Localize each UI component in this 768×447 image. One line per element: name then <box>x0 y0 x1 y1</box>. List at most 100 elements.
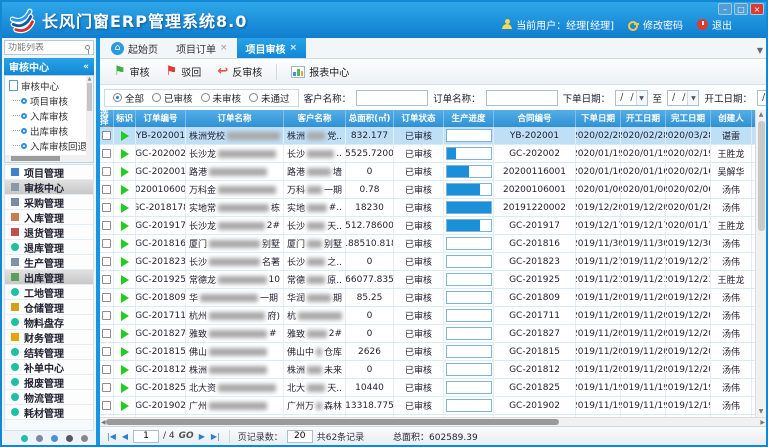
toolbar-button-报表中心[interactable]: 报表中心 <box>285 62 355 81</box>
cell-select[interactable] <box>100 199 114 216</box>
column-header-总面积(㎡)[interactable]: 总面积(㎡) <box>346 110 394 127</box>
row-checkbox[interactable] <box>102 401 111 410</box>
row-checkbox[interactable] <box>102 257 111 266</box>
chevron-down-icon[interactable]: ▼ <box>636 91 647 105</box>
scrollbar-thumb[interactable] <box>758 121 765 231</box>
table-row[interactable]: GC-201917长沙龙2#长沙天..8512.78600..已审核GC-201… <box>100 217 755 235</box>
radio-已审核[interactable]: 已审核 <box>152 91 193 105</box>
close-button[interactable]: × <box>750 3 764 15</box>
radio-未审核[interactable]: 未审核 <box>201 91 242 105</box>
column-header-创建人[interactable]: 创建人 <box>711 110 752 127</box>
tree-item-2[interactable]: 出库审核 <box>9 123 85 138</box>
dot-icon[interactable] <box>21 435 28 442</box>
sidebar-item-6[interactable]: 生产管理 <box>5 255 93 270</box>
last-page-button[interactable]: ▶| <box>210 432 221 441</box>
next-page-button[interactable]: ▶ <box>198 432 206 441</box>
cell-select[interactable] <box>100 271 114 288</box>
table-row[interactable]: GC-201815佛山佛山中仓库2626已审核GC-2018152019/11/… <box>100 343 755 361</box>
more-icon[interactable] <box>81 435 88 442</box>
sidebar-item-1[interactable]: 审核中心 <box>5 180 93 195</box>
row-checkbox[interactable] <box>102 329 111 338</box>
radio-未通过[interactable]: 未通过 <box>249 91 290 105</box>
close-icon[interactable]: × <box>220 43 228 53</box>
tab-项目订单[interactable]: 项目订单× <box>167 38 237 58</box>
table-row[interactable]: GC-202001路港路港墙0已审核202001160012020/01/162… <box>100 163 755 181</box>
maximize-button[interactable]: □ <box>734 3 748 15</box>
table-row[interactable]: GC-201825北大资北大天..10440已审核GC-2018252019/1… <box>100 379 755 397</box>
table-vertical-scrollbar[interactable]: ▲ ▼ <box>755 110 766 417</box>
cell-select[interactable] <box>100 163 114 180</box>
order-name-input[interactable] <box>486 90 558 106</box>
table-row[interactable]: GC-201827雅致#雅致2#0已审核GC-2018272019/11/202… <box>100 325 755 343</box>
row-checkbox[interactable] <box>102 239 111 248</box>
column-header-订单状态[interactable]: 订单状态 <box>394 110 444 127</box>
logout-button[interactable]: 退出 <box>697 17 732 32</box>
scroll-up-icon[interactable]: ▲ <box>759 110 764 120</box>
row-checkbox[interactable] <box>102 311 111 320</box>
sidebar-item-13[interactable]: 补单中心 <box>5 360 93 375</box>
tab-起始页[interactable]: ⌂起始页 <box>102 38 167 58</box>
cell-select[interactable] <box>100 307 114 324</box>
function-search[interactable] <box>4 40 94 55</box>
column-header-选择[interactable]: 选择 <box>100 110 114 127</box>
row-checkbox[interactable] <box>102 383 111 392</box>
table-row[interactable]: GC-201809华一期华润期85.25已审核GC-2018092019/11/… <box>100 289 755 307</box>
row-checkbox[interactable] <box>102 365 111 374</box>
sidebar-item-11[interactable]: 财务管理 <box>5 330 93 345</box>
table-row[interactable]: GC-202002长沙龙长沙..65525.7200..已审核GC-202002… <box>100 145 755 163</box>
row-checkbox[interactable] <box>102 347 111 356</box>
function-search-input[interactable] <box>8 43 85 53</box>
row-checkbox[interactable] <box>102 221 111 230</box>
tree-item-3[interactable]: 入库审核回退 <box>9 138 85 153</box>
table-row[interactable]: GC-201812株洲株洲未来0已审核GC-2018122019/11/2020… <box>100 361 755 379</box>
cell-select[interactable] <box>100 145 114 162</box>
table-row[interactable]: GC-201925常德龙10常德原..266077.835..已审核GC-201… <box>100 271 755 289</box>
column-header-生产进度[interactable]: 生产进度 <box>444 110 494 127</box>
sidebar-panel-header[interactable]: 审核中心 « <box>4 58 94 75</box>
cell-select[interactable] <box>100 217 114 234</box>
row-checkbox[interactable] <box>102 203 111 212</box>
table-row[interactable]: GC-201711杭州府)杭0已审核GC-2017112019/11/20201… <box>100 307 755 325</box>
person-icon[interactable] <box>66 435 73 442</box>
row-checkbox[interactable] <box>102 149 111 158</box>
toolbar-button-审核[interactable]: ⚑审核 <box>108 62 156 81</box>
row-checkbox[interactable] <box>102 131 111 140</box>
row-checkbox[interactable] <box>102 293 111 302</box>
column-header-客户名称[interactable]: 客户名称 <box>284 110 346 127</box>
table-row[interactable]: GC-201816厦门别墅厦门别墅188510.818已审核GC-2018162… <box>100 235 755 253</box>
scroll-down-icon[interactable]: ▼ <box>759 407 764 417</box>
page-size-input[interactable] <box>287 430 313 443</box>
chevron-down-icon[interactable]: ▼ <box>687 91 698 105</box>
toolbar-button-反审核[interactable]: ↩反审核 <box>211 62 268 81</box>
toolbar-button-驳回[interactable]: ⚑驳回 <box>160 62 208 81</box>
table-horizontal-scrollbar[interactable]: ◀ ▶ <box>100 417 766 426</box>
column-header-标识[interactable]: 标识 <box>114 110 136 127</box>
sidebar-item-7[interactable]: 出库管理 <box>5 270 93 285</box>
pin-icon[interactable] <box>85 45 90 50</box>
cell-select[interactable] <box>100 379 114 396</box>
tree-vertical-scrollbar[interactable]: ▲ <box>86 76 93 162</box>
cell-select[interactable] <box>100 397 114 414</box>
column-header-订单编号[interactable]: 订单编号 <box>136 110 186 127</box>
go-button[interactable]: GO <box>179 431 194 441</box>
sidebar-item-2[interactable]: 采购管理 <box>5 195 93 210</box>
tab-overflow-icon[interactable]: ▼ <box>757 46 763 55</box>
row-checkbox[interactable] <box>102 185 111 194</box>
cart-icon[interactable] <box>36 435 43 442</box>
sidebar-item-14[interactable]: 报废管理 <box>5 375 93 390</box>
table-row[interactable]: GC-201902广州广州万森林13318.775已审核GC-201902201… <box>100 397 755 415</box>
close-icon[interactable]: × <box>290 43 298 53</box>
cell-select[interactable] <box>100 289 114 306</box>
start-date-field[interactable]: / /▼ <box>757 90 766 106</box>
minimize-button[interactable]: – <box>718 3 732 15</box>
prev-page-button[interactable]: ◀ <box>121 432 129 441</box>
page-number-input[interactable] <box>133 430 159 443</box>
column-header-下单日期[interactable]: 下单日期 <box>576 110 621 127</box>
tree-item-0[interactable]: 项目审核 <box>9 93 85 108</box>
tree-root[interactable]: 审核中心 <box>9 78 85 93</box>
tree-item-1[interactable]: 入库审核 <box>9 108 85 123</box>
sidebar-item-9[interactable]: 仓储管理 <box>5 300 93 315</box>
first-page-button[interactable]: |◀ <box>106 432 117 441</box>
sidebar-item-12[interactable]: 结转管理 <box>5 345 93 360</box>
sidebar-item-5[interactable]: 退库管理 <box>5 240 93 255</box>
